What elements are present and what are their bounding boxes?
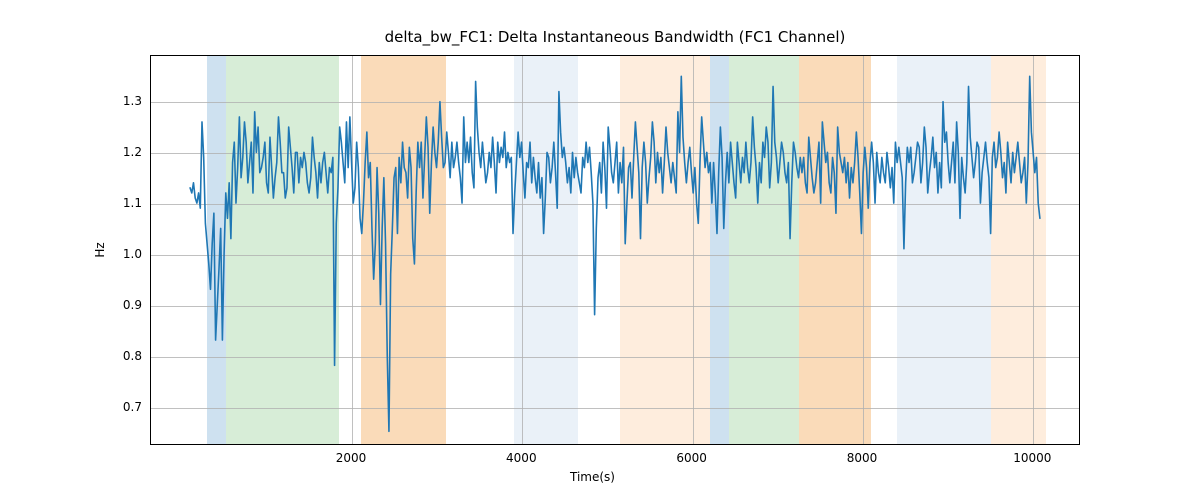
y-tick-label: 0.9 xyxy=(123,298,142,312)
plot-area xyxy=(150,55,1080,445)
y-axis-label: Hz xyxy=(93,242,107,257)
x-tick-label: 6000 xyxy=(676,451,707,465)
x-tick-label: 8000 xyxy=(847,451,878,465)
x-tick-label: 4000 xyxy=(506,451,537,465)
y-tick-label: 0.7 xyxy=(123,400,142,414)
x-axis-label: Time(s) xyxy=(570,470,615,484)
figure: delta_bw_FC1: Delta Instantaneous Bandwi… xyxy=(0,0,1200,500)
x-tick-label: 2000 xyxy=(336,451,367,465)
y-tick-label: 1.2 xyxy=(123,145,142,159)
data-line xyxy=(151,56,1079,444)
y-tick-label: 1.3 xyxy=(123,94,142,108)
y-tick-label: 0.8 xyxy=(123,349,142,363)
chart-title: delta_bw_FC1: Delta Instantaneous Bandwi… xyxy=(150,28,1080,46)
y-tick-label: 1.1 xyxy=(123,196,142,210)
y-tick-label: 1.0 xyxy=(123,247,142,261)
x-tick-label: 10000 xyxy=(1013,451,1051,465)
